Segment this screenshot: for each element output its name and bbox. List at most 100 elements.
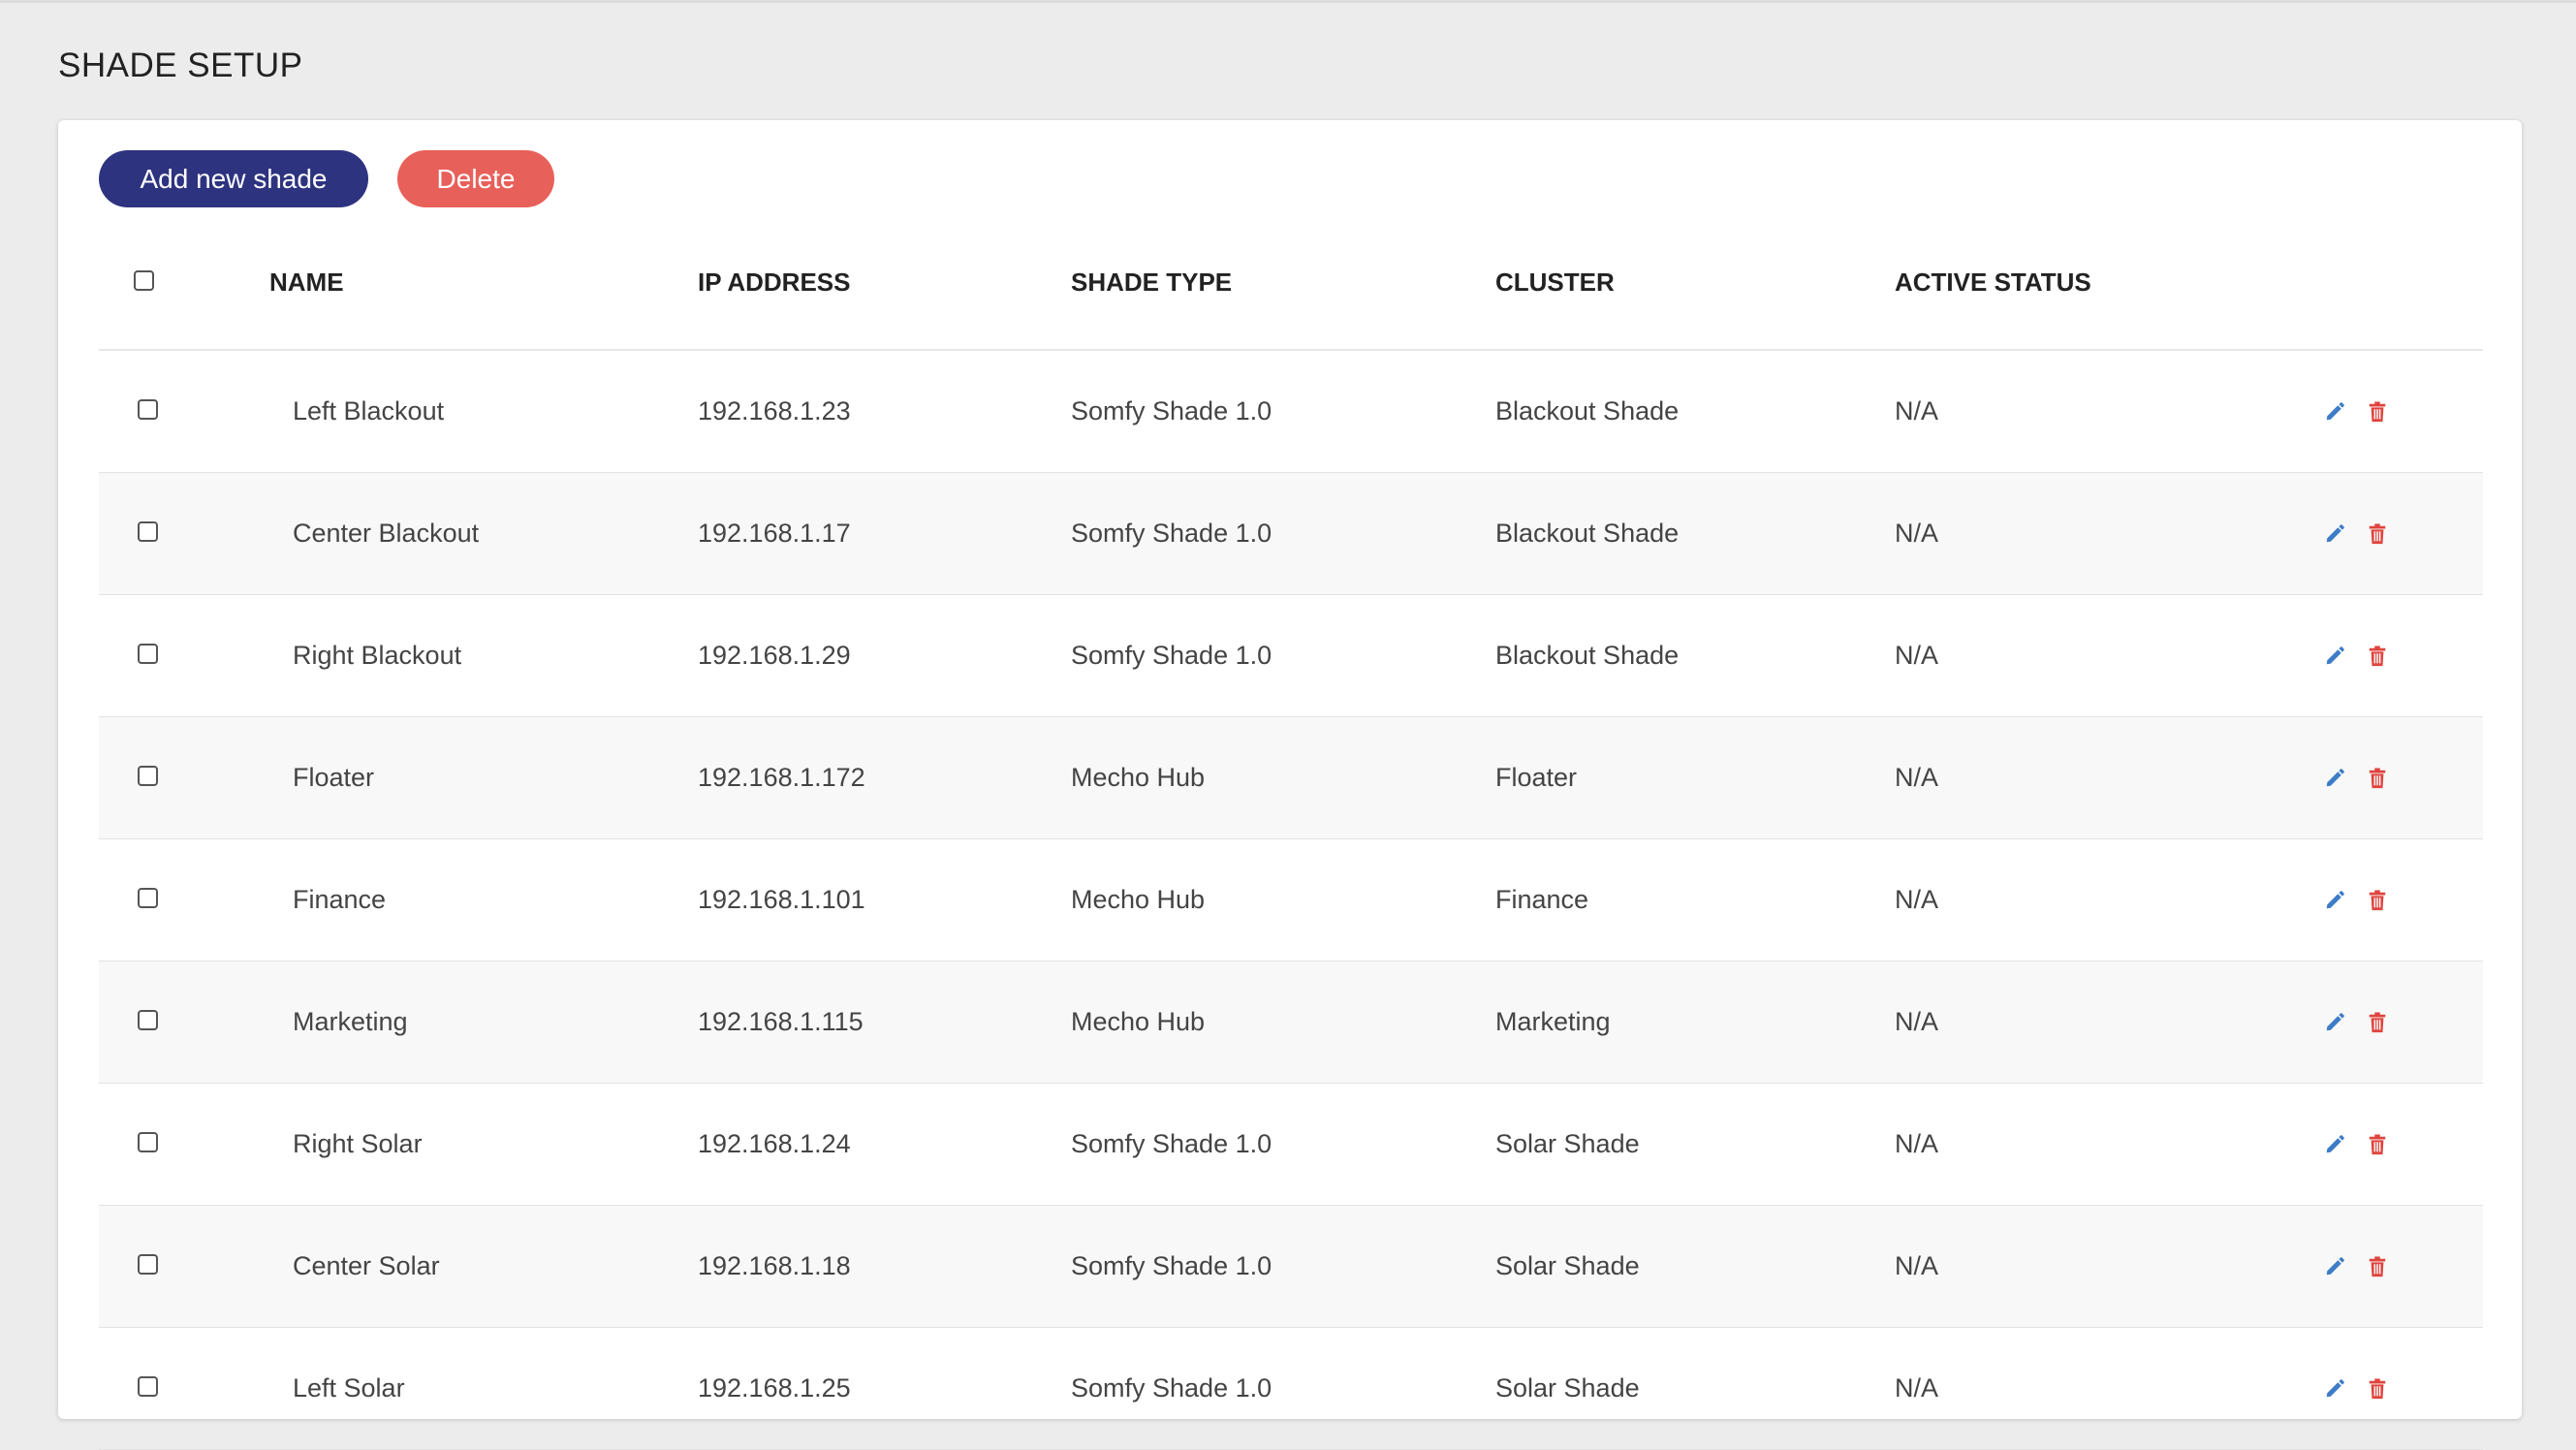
row-checkbox[interactable] — [138, 888, 158, 908]
row-checkbox[interactable] — [138, 1376, 158, 1397]
trash-icon[interactable] — [2366, 1133, 2389, 1156]
cluster: Marketing — [1495, 961, 1895, 1084]
shade-type: Mecho Hub — [1071, 838, 1495, 961]
table-row[interactable]: Left Blackout 192.168.1.23 Somfy Shade 1… — [99, 350, 2483, 473]
ip-address: 192.168.1.18 — [698, 1205, 1071, 1328]
row-actions — [2321, 716, 2483, 839]
pencil-icon[interactable] — [2323, 1255, 2346, 1278]
row-select-cell — [99, 1327, 269, 1450]
top-divider — [0, 0, 2576, 3]
column-header-actions — [2321, 215, 2483, 351]
active-status: N/A — [1895, 716, 2321, 839]
pencil-icon[interactable] — [2323, 767, 2346, 790]
shade-name: Right Solar — [269, 1083, 698, 1206]
column-header-active-status: ACTIVE STATUS — [1895, 215, 2321, 351]
row-select-cell — [99, 961, 269, 1084]
shade-type: Somfy Shade 1.0 — [1071, 1205, 1495, 1328]
ip-address: 192.168.1.24 — [698, 1083, 1071, 1206]
active-status: N/A — [1895, 1327, 2321, 1450]
table-row[interactable]: Floater 192.168.1.172 Mecho Hub Floater … — [99, 716, 2483, 839]
shade-name: Left Solar — [269, 1327, 698, 1450]
active-status: N/A — [1895, 472, 2321, 595]
shade-type: Somfy Shade 1.0 — [1071, 594, 1495, 717]
pencil-icon[interactable] — [2323, 522, 2346, 546]
table-row[interactable]: Left Solar 192.168.1.25 Somfy Shade 1.0 … — [99, 1327, 2483, 1450]
trash-icon[interactable] — [2366, 522, 2389, 546]
trash-icon[interactable] — [2366, 1011, 2389, 1034]
table-row[interactable]: Right Blackout 192.168.1.29 Somfy Shade … — [99, 594, 2483, 717]
shade-name: Center Solar — [269, 1205, 698, 1328]
column-header-name: NAME — [269, 215, 698, 351]
table-row[interactable]: Marketing 192.168.1.115 Mecho Hub Market… — [99, 961, 2483, 1084]
pencil-icon[interactable] — [2323, 1011, 2346, 1034]
row-select-cell — [99, 594, 269, 717]
shade-type: Mecho Hub — [1071, 716, 1495, 839]
active-status: N/A — [1895, 961, 2321, 1084]
shade-type: Somfy Shade 1.0 — [1071, 1327, 1495, 1450]
ip-address: 192.168.1.23 — [698, 350, 1071, 473]
select-all-checkbox[interactable] — [134, 269, 154, 291]
shade-type: Somfy Shade 1.0 — [1071, 472, 1495, 595]
table-row[interactable]: Right Solar 192.168.1.24 Somfy Shade 1.0… — [99, 1083, 2483, 1206]
table-header-row: NAME IP ADDRESS SHADE TYPE CLUSTER ACTIV… — [99, 215, 2483, 351]
pencil-icon[interactable] — [2323, 1377, 2346, 1401]
delete-button[interactable]: Delete — [397, 150, 554, 207]
trash-icon[interactable] — [2366, 767, 2389, 790]
table-row[interactable]: Center Blackout 192.168.1.17 Somfy Shade… — [99, 472, 2483, 595]
toolbar: Add new shade Delete — [99, 150, 554, 207]
row-actions — [2321, 594, 2483, 717]
shade-type: Somfy Shade 1.0 — [1071, 1083, 1495, 1206]
cluster: Blackout Shade — [1495, 350, 1895, 473]
shade-type: Mecho Hub — [1071, 961, 1495, 1084]
column-header-ip-address: IP ADDRESS — [698, 215, 1071, 351]
row-checkbox[interactable] — [138, 766, 158, 786]
table-row[interactable]: Finance 192.168.1.101 Mecho Hub Finance … — [99, 838, 2483, 961]
row-checkbox[interactable] — [138, 1010, 158, 1030]
trash-icon[interactable] — [2366, 1377, 2389, 1401]
pencil-icon[interactable] — [2323, 645, 2346, 668]
row-select-cell — [99, 472, 269, 595]
cluster: Solar Shade — [1495, 1327, 1895, 1450]
row-actions — [2321, 472, 2483, 595]
trash-icon[interactable] — [2366, 889, 2389, 912]
active-status: N/A — [1895, 594, 2321, 717]
ip-address: 192.168.1.172 — [698, 716, 1071, 839]
row-checkbox[interactable] — [138, 399, 158, 420]
pencil-icon[interactable] — [2323, 400, 2346, 424]
ip-address: 192.168.1.17 — [698, 472, 1071, 595]
trash-icon[interactable] — [2366, 400, 2389, 424]
shade-table-panel: Add new shade Delete NAME IP ADDRESS SHA… — [58, 120, 2522, 1450]
row-actions — [2321, 350, 2483, 473]
shade-table: NAME IP ADDRESS SHADE TYPE CLUSTER ACTIV… — [99, 215, 2483, 1450]
table-row[interactable]: Center Solar 192.168.1.18 Somfy Shade 1.… — [99, 1205, 2483, 1328]
header-select-cell — [99, 215, 269, 351]
row-select-cell — [99, 1083, 269, 1206]
cluster: Floater — [1495, 716, 1895, 839]
add-new-shade-button[interactable]: Add new shade — [99, 150, 368, 207]
trash-icon[interactable] — [2366, 645, 2389, 668]
row-checkbox[interactable] — [138, 1132, 158, 1152]
pencil-icon[interactable] — [2323, 1133, 2346, 1156]
trash-icon[interactable] — [2366, 1255, 2389, 1278]
active-status: N/A — [1895, 1205, 2321, 1328]
ip-address: 192.168.1.25 — [698, 1327, 1071, 1450]
column-header-cluster: CLUSTER — [1495, 215, 1895, 351]
cluster: Finance — [1495, 838, 1895, 961]
ip-address: 192.168.1.29 — [698, 594, 1071, 717]
row-checkbox[interactable] — [138, 1254, 158, 1275]
row-checkbox[interactable] — [138, 644, 158, 664]
shade-name: Floater — [269, 716, 698, 839]
shade-type: Somfy Shade 1.0 — [1071, 350, 1495, 473]
active-status: N/A — [1895, 838, 2321, 961]
row-select-cell — [99, 838, 269, 961]
row-actions — [2321, 1205, 2483, 1328]
row-actions — [2321, 838, 2483, 961]
row-checkbox[interactable] — [138, 521, 158, 542]
page-title: SHADE SETUP — [58, 47, 303, 84]
column-header-shade-type: SHADE TYPE — [1071, 215, 1495, 351]
active-status: N/A — [1895, 350, 2321, 473]
ip-address: 192.168.1.115 — [698, 961, 1071, 1084]
table-body: Left Blackout 192.168.1.23 Somfy Shade 1… — [99, 350, 2483, 1450]
shade-name: Center Blackout — [269, 472, 698, 595]
pencil-icon[interactable] — [2323, 889, 2346, 912]
